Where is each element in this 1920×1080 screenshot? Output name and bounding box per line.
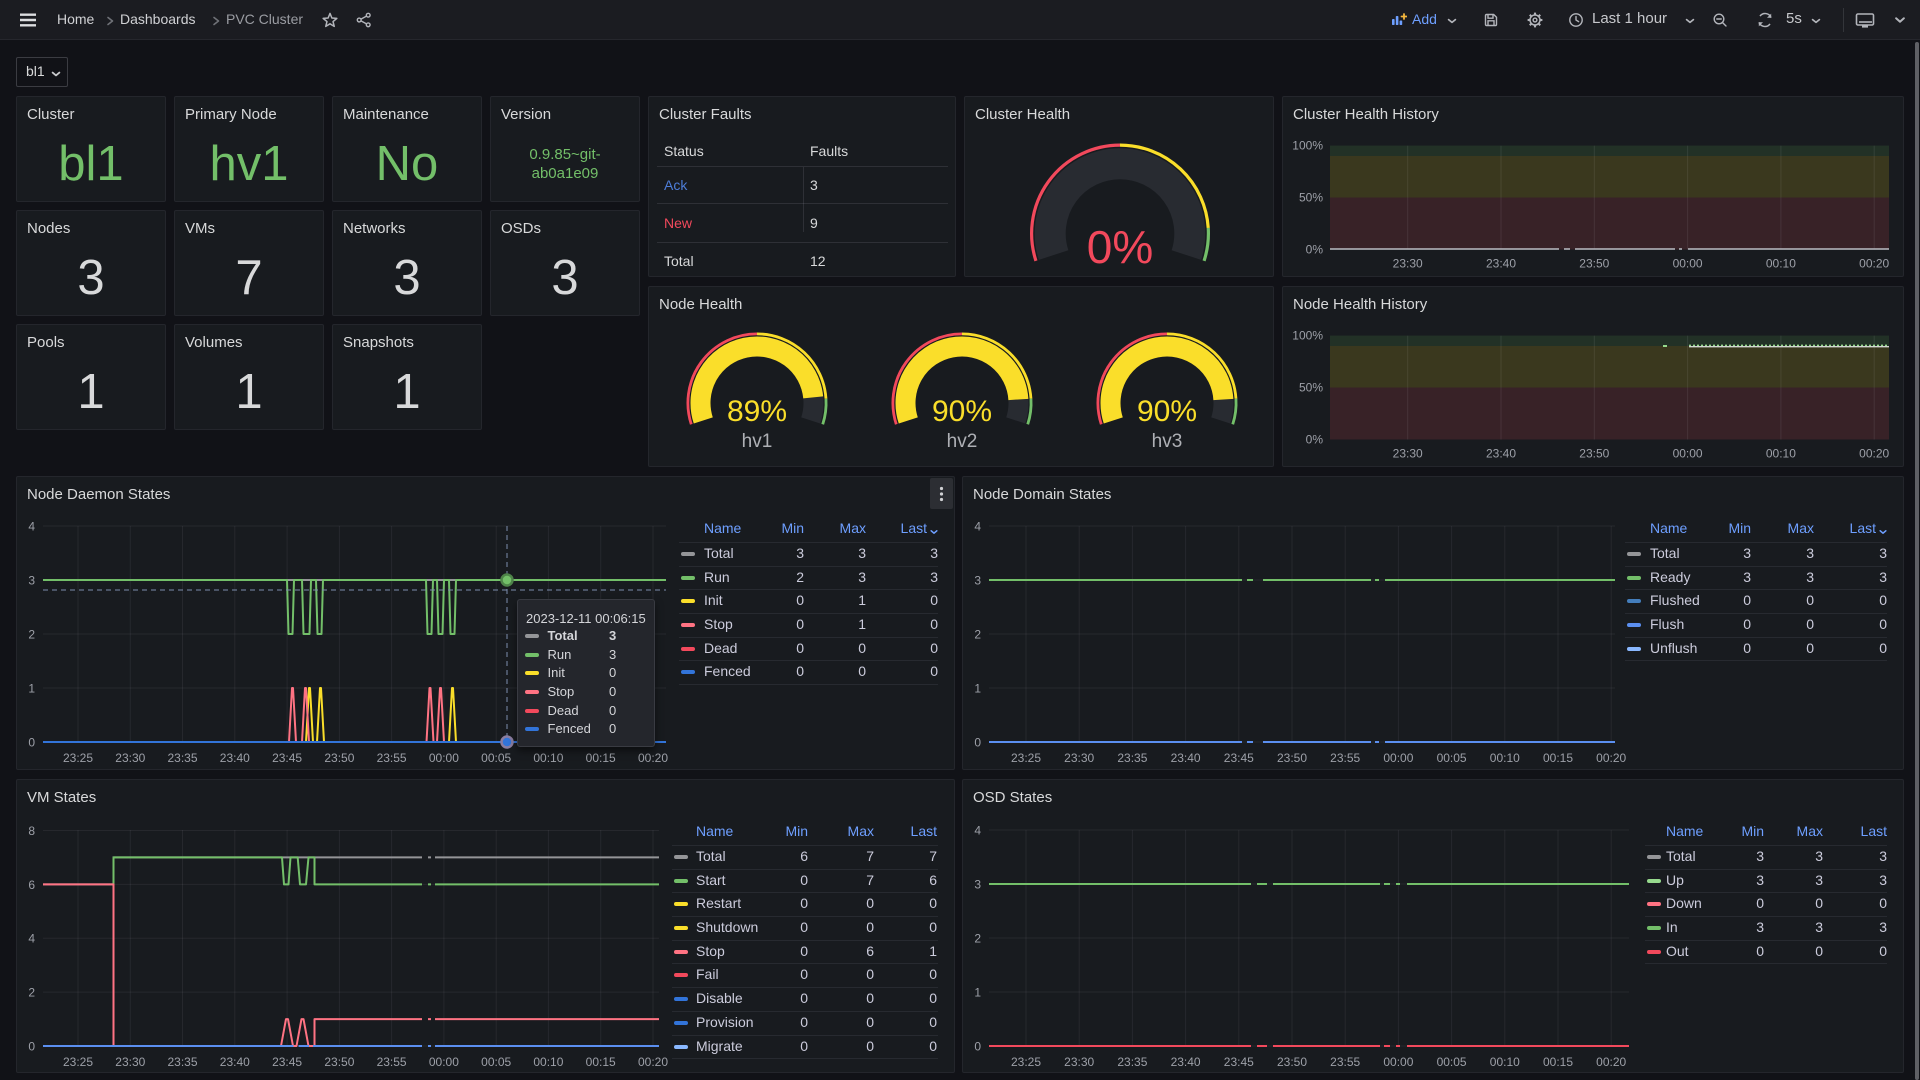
- svg-text:23:45: 23:45: [1224, 1055, 1254, 1069]
- svg-text:23:50: 23:50: [1579, 257, 1609, 271]
- svg-text:00:00: 00:00: [1673, 257, 1703, 271]
- svg-text:23:50: 23:50: [1579, 447, 1609, 461]
- svg-text:90%: 90%: [1137, 395, 1197, 428]
- svg-text:23:55: 23:55: [1330, 1055, 1360, 1069]
- svg-text:23:40: 23:40: [1171, 1055, 1201, 1069]
- svg-text:3: 3: [28, 574, 35, 588]
- svg-text:hv3: hv3: [1152, 431, 1183, 452]
- svg-text:00:00: 00:00: [429, 1055, 459, 1069]
- svg-text:00:10: 00:10: [533, 1055, 563, 1069]
- svg-text:2: 2: [28, 986, 35, 1000]
- svg-text:00:05: 00:05: [1437, 1055, 1467, 1069]
- svg-text:0: 0: [28, 736, 35, 750]
- svg-text:3: 3: [974, 574, 981, 588]
- svg-text:2: 2: [974, 628, 981, 642]
- svg-text:00:05: 00:05: [1437, 751, 1467, 765]
- svg-text:23:55: 23:55: [377, 751, 407, 765]
- svg-text:00:20: 00:20: [638, 751, 668, 765]
- svg-text:00:10: 00:10: [1490, 1055, 1520, 1069]
- svg-text:00:15: 00:15: [586, 751, 616, 765]
- svg-text:00:00: 00:00: [429, 751, 459, 765]
- svg-text:50%: 50%: [1299, 191, 1323, 205]
- svg-text:23:50: 23:50: [1277, 751, 1307, 765]
- svg-text:100%: 100%: [1292, 329, 1323, 343]
- svg-text:00:10: 00:10: [1766, 447, 1796, 461]
- svg-text:00:10: 00:10: [1490, 751, 1520, 765]
- svg-text:23:50: 23:50: [324, 1055, 354, 1069]
- svg-text:23:25: 23:25: [63, 751, 93, 765]
- svg-text:00:00: 00:00: [1673, 447, 1703, 461]
- svg-text:23:30: 23:30: [1064, 751, 1094, 765]
- svg-text:23:55: 23:55: [377, 1055, 407, 1069]
- svg-text:23:40: 23:40: [1171, 751, 1201, 765]
- svg-text:1: 1: [974, 986, 981, 1000]
- svg-text:23:45: 23:45: [272, 1055, 302, 1069]
- svg-text:23:50: 23:50: [324, 751, 354, 765]
- svg-text:00:20: 00:20: [1859, 257, 1889, 271]
- svg-text:23:30: 23:30: [1393, 257, 1423, 271]
- svg-text:1: 1: [28, 682, 35, 696]
- svg-text:00:10: 00:10: [533, 751, 563, 765]
- svg-text:23:35: 23:35: [1117, 751, 1147, 765]
- svg-text:00:15: 00:15: [1543, 1055, 1573, 1069]
- svg-text:3: 3: [974, 878, 981, 892]
- svg-text:1: 1: [974, 682, 981, 696]
- svg-text:00:05: 00:05: [481, 1055, 511, 1069]
- svg-text:23:25: 23:25: [1011, 751, 1041, 765]
- svg-text:89%: 89%: [727, 395, 787, 428]
- svg-text:23:25: 23:25: [1011, 1055, 1041, 1069]
- svg-text:23:45: 23:45: [272, 751, 302, 765]
- svg-text:4: 4: [974, 824, 981, 838]
- svg-text:00:20: 00:20: [1596, 1055, 1626, 1069]
- svg-text:0: 0: [28, 1040, 35, 1054]
- svg-text:23:35: 23:35: [1117, 1055, 1147, 1069]
- svg-text:23:45: 23:45: [1224, 751, 1254, 765]
- svg-text:23:55: 23:55: [1330, 751, 1360, 765]
- svg-text:4: 4: [28, 932, 35, 946]
- svg-text:hv2: hv2: [947, 431, 978, 452]
- svg-text:0%: 0%: [1087, 221, 1153, 273]
- svg-text:23:30: 23:30: [115, 751, 145, 765]
- svg-text:2: 2: [974, 932, 981, 946]
- svg-text:0%: 0%: [1306, 243, 1324, 257]
- svg-text:23:50: 23:50: [1277, 1055, 1307, 1069]
- svg-text:00:10: 00:10: [1766, 257, 1796, 271]
- svg-text:23:30: 23:30: [115, 1055, 145, 1069]
- svg-text:00:05: 00:05: [481, 751, 511, 765]
- svg-text:23:35: 23:35: [167, 1055, 197, 1069]
- svg-text:90%: 90%: [932, 395, 992, 428]
- svg-text:4: 4: [28, 520, 35, 534]
- svg-text:23:40: 23:40: [220, 1055, 250, 1069]
- svg-text:2: 2: [28, 628, 35, 642]
- svg-text:hv1: hv1: [742, 431, 773, 452]
- svg-text:23:40: 23:40: [220, 751, 250, 765]
- svg-text:23:40: 23:40: [1486, 257, 1516, 271]
- svg-text:00:20: 00:20: [638, 1055, 668, 1069]
- svg-text:50%: 50%: [1299, 381, 1323, 395]
- svg-text:23:30: 23:30: [1393, 447, 1423, 461]
- svg-text:6: 6: [28, 878, 35, 892]
- svg-text:00:15: 00:15: [586, 1055, 616, 1069]
- svg-text:0: 0: [974, 1040, 981, 1054]
- svg-text:00:15: 00:15: [1543, 751, 1573, 765]
- svg-text:00:20: 00:20: [1596, 751, 1626, 765]
- svg-text:00:20: 00:20: [1859, 447, 1889, 461]
- svg-text:8: 8: [28, 824, 35, 838]
- svg-text:23:25: 23:25: [63, 1055, 93, 1069]
- svg-text:23:35: 23:35: [167, 751, 197, 765]
- svg-text:0%: 0%: [1306, 433, 1324, 447]
- svg-text:4: 4: [974, 520, 981, 534]
- svg-text:00:00: 00:00: [1383, 1055, 1413, 1069]
- svg-text:23:40: 23:40: [1486, 447, 1516, 461]
- svg-text:00:00: 00:00: [1383, 751, 1413, 765]
- svg-text:100%: 100%: [1292, 139, 1323, 153]
- svg-text:23:30: 23:30: [1064, 1055, 1094, 1069]
- svg-text:0: 0: [974, 736, 981, 750]
